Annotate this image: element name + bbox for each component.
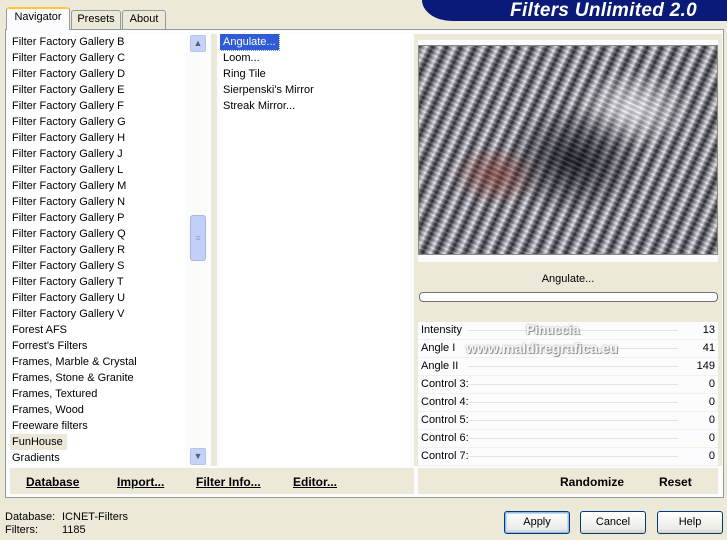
category-item[interactable]: Filter Factory Gallery S <box>10 258 186 274</box>
control-slider[interactable]: Intensity 13 <box>418 322 718 340</box>
category-item[interactable]: Frames, Marble & Crystal <box>10 354 186 370</box>
filters-count-value: 1185 <box>62 524 86 536</box>
control-value: 41 <box>702 342 715 354</box>
control-value: 13 <box>702 324 715 336</box>
filter-item[interactable]: Loom... <box>220 50 410 66</box>
category-item[interactable]: Filter Factory Gallery T <box>10 274 186 290</box>
scroll-thumb[interactable]: ≡ <box>190 215 206 261</box>
control-track[interactable] <box>468 402 678 403</box>
control-slider[interactable]: Control 5: 0 <box>418 412 718 430</box>
category-item[interactable]: Frames, Wood <box>10 402 186 418</box>
control-track[interactable] <box>468 438 678 439</box>
filter-info-button[interactable]: Filter Info... <box>196 472 261 492</box>
category-item[interactable]: Filter Factory Gallery C <box>10 50 186 66</box>
category-list[interactable]: Filter Factory Gallery B Filter Factory G… <box>10 34 186 466</box>
preview-filter-name: Angulate... <box>541 273 595 285</box>
apply-button[interactable]: Apply <box>504 511 570 534</box>
category-item[interactable]: Filter Factory Gallery L <box>10 162 186 178</box>
control-track[interactable] <box>468 420 678 421</box>
category-item[interactable]: Forrest's Filters <box>10 338 186 354</box>
control-label: Control 7: <box>421 450 469 462</box>
control-label: Control 5: <box>421 414 469 426</box>
category-item[interactable]: Filter Factory Gallery J <box>10 146 186 162</box>
filter-item[interactable]: Streak Mirror... <box>220 98 410 114</box>
category-item[interactable]: Filter Factory Gallery B <box>10 34 186 50</box>
category-item[interactable]: Filter Factory Gallery R <box>10 242 186 258</box>
scroll-down-button[interactable]: ▼ <box>190 448 206 465</box>
category-item[interactable]: Gradients <box>10 450 186 466</box>
category-item[interactable]: Filter Factory Gallery U <box>10 290 186 306</box>
filter-item[interactable]: Ring Tile <box>220 66 410 82</box>
control-slider[interactable]: Control 7: 0 <box>418 448 718 466</box>
category-item[interactable]: Forest AFS <box>10 322 186 338</box>
filter-item[interactable]: Angulate... <box>220 34 280 51</box>
control-value: 0 <box>708 450 715 462</box>
scroll-up-button[interactable]: ▲ <box>190 35 206 52</box>
control-label: Angle II <box>421 360 459 372</box>
preview-image <box>418 45 718 255</box>
help-button[interactable]: Help <box>657 511 723 534</box>
control-label: Control 6: <box>421 432 469 444</box>
import-button[interactable]: Import... <box>117 472 164 492</box>
cancel-button[interactable]: Cancel <box>580 511 646 534</box>
category-item[interactable]: Filter Factory Gallery F <box>10 98 186 114</box>
category-item[interactable]: Filter Factory Gallery P <box>10 210 186 226</box>
control-value: 0 <box>708 414 715 426</box>
category-item[interactable]: Filter Factory Gallery M <box>10 178 186 194</box>
control-track[interactable] <box>468 456 678 457</box>
randomize-button[interactable]: Randomize <box>560 472 624 492</box>
category-item[interactable]: Freeware filters <box>10 418 186 434</box>
database-button[interactable]: Database <box>26 472 79 492</box>
control-track[interactable] <box>468 348 678 349</box>
filters-count-label: Filters: <box>5 524 38 536</box>
control-label: Intensity <box>421 324 462 336</box>
reset-button[interactable]: Reset <box>659 472 692 492</box>
control-slider[interactable]: Angle I 41 <box>418 340 718 358</box>
control-slider[interactable]: Control 6: 0 <box>418 430 718 448</box>
app-title: Filters Unlimited 2.0 <box>510 0 697 21</box>
control-label: Control 4: <box>421 396 469 408</box>
category-scrollbar[interactable]: ▲ ≡ ▼ <box>190 35 206 465</box>
control-track[interactable] <box>468 366 678 367</box>
control-track[interactable] <box>468 384 678 385</box>
control-track[interactable] <box>468 330 678 331</box>
category-item[interactable]: Frames, Stone & Granite <box>10 370 186 386</box>
category-item[interactable]: Filter Factory Gallery E <box>10 82 186 98</box>
filter-list[interactable]: Angulate... Loom... Ring Tile Sierpenski's … <box>220 34 410 466</box>
control-slider[interactable]: Angle II 149 <box>418 358 718 376</box>
control-label: Control 3: <box>421 378 469 390</box>
database-label: Database: <box>5 511 56 523</box>
control-value: 0 <box>708 396 715 408</box>
control-value: 149 <box>696 360 715 372</box>
editor-button[interactable]: Editor... <box>293 472 337 492</box>
category-item[interactable]: Filter Factory Gallery H <box>10 130 186 146</box>
category-item[interactable]: Filter Factory Gallery N <box>10 194 186 210</box>
category-item[interactable]: Frames, Textured <box>10 386 186 402</box>
list-divider <box>211 34 217 466</box>
category-item[interactable]: Filter Factory Gallery Q <box>10 226 186 242</box>
database-value: ICNET-Filters <box>62 511 128 523</box>
progress-bar <box>419 292 718 302</box>
title-banner: Filters Unlimited 2.0 <box>422 0 727 21</box>
filter-item[interactable]: Sierpenski's Mirror <box>220 82 410 98</box>
control-slider[interactable]: Control 3: 0 <box>418 376 718 394</box>
category-item[interactable]: FunHouse <box>10 434 67 450</box>
category-item[interactable]: Filter Factory Gallery G <box>10 114 186 130</box>
control-slider[interactable]: Control 4: 0 <box>418 394 718 412</box>
control-value: 0 <box>708 432 715 444</box>
category-item[interactable]: Filter Factory Gallery V <box>10 306 186 322</box>
category-item[interactable]: Filter Factory Gallery D <box>10 66 186 82</box>
control-value: 0 <box>708 378 715 390</box>
control-label: Angle I <box>421 342 456 354</box>
